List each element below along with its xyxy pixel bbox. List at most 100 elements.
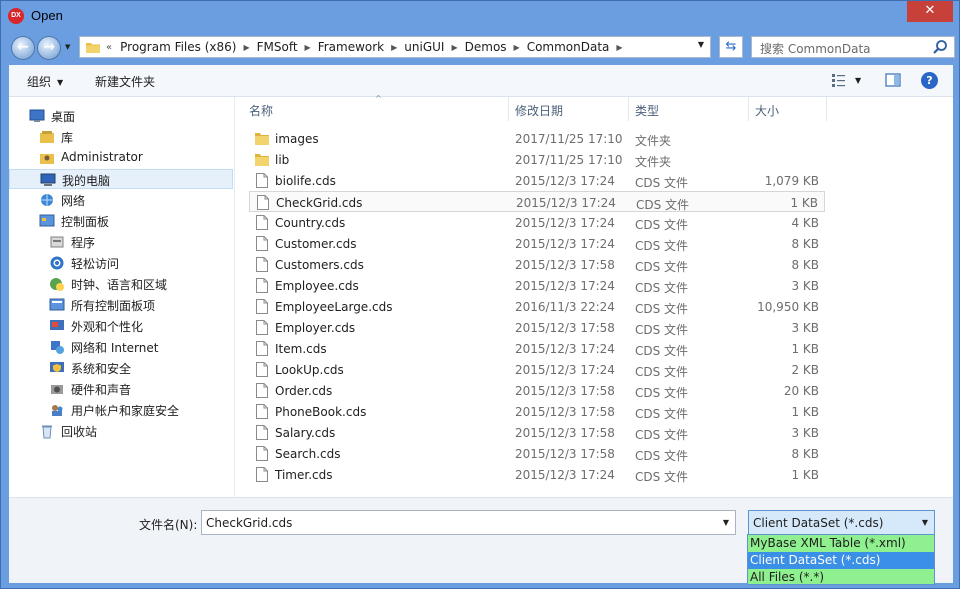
file-type-value: Client DataSet (*.cds) [753, 516, 884, 530]
file-date: 2016/11/3 22:24 [515, 300, 615, 314]
file-name: LookUp.cds [275, 363, 344, 377]
filename-dropdown-icon[interactable]: ▼ [723, 518, 729, 527]
breadcrumb-chevron-icon[interactable]: ▶ [243, 43, 249, 52]
open-dialog: DX Open ✕ ← → ▼ « Program Files (x86) ▶ FM… [0, 0, 960, 589]
file-row[interactable]: PhoneBook.cds 2015/12/3 17:58 CDS 文件 1 KB [249, 401, 825, 422]
clock-language-icon [50, 278, 64, 291]
breadcrumb-chevron-icon[interactable]: ▶ [514, 43, 520, 52]
file-row[interactable]: CheckGrid.cds 2015/12/3 17:24 CDS 文件 1 KB [249, 191, 825, 212]
sidebar-item[interactable]: 回收站 [9, 421, 233, 441]
sidebar-item[interactable]: 时钟、语言和区域 [9, 274, 233, 294]
filename-input[interactable]: CheckGrid.cds ▼ [201, 510, 736, 535]
sidebar-item-label: Administrator [61, 150, 143, 164]
sidebar-item[interactable]: 库 [9, 127, 233, 147]
file-row[interactable]: Customer.cds 2015/12/3 17:24 CDS 文件 8 KB [249, 233, 825, 254]
refresh-button[interactable]: ⇆ [719, 36, 743, 58]
sidebar-item[interactable]: 硬件和声音 [9, 379, 233, 399]
file-size: 8 KB [791, 237, 819, 251]
sidebar-item[interactable]: 我的电脑 [9, 169, 233, 189]
breadcrumb-item[interactable]: FMSoft [257, 40, 298, 54]
file-row[interactable]: biolife.cds 2015/12/3 17:24 CDS 文件 1,079 KB [249, 170, 825, 191]
preview-pane-icon[interactable] [885, 72, 901, 88]
file-type-dropdown-list: MyBase XML Table (*.xml) Client DataSet (… [747, 534, 935, 585]
breadcrumb-item[interactable]: Program Files (x86) [120, 40, 236, 54]
organize-button[interactable]: 组织 ▼ [27, 73, 63, 90]
file-type: CDS 文件 [636, 198, 690, 212]
navigation-pane[interactable]: 桌面库 Administrator 我的电脑 网络 控制面板 程序 轻松访问 时钟、语言和区域… [9, 97, 235, 497]
file-row[interactable]: Salary.cds 2015/12/3 17:58 CDS 文件 3 KB [249, 422, 825, 443]
sidebar-item[interactable]: 网络 [9, 190, 233, 210]
history-dropdown-icon[interactable]: ▼ [65, 43, 70, 51]
breadcrumb-chevron-icon[interactable]: ▶ [391, 43, 397, 52]
breadcrumb-item[interactable]: Framework [318, 40, 384, 54]
forward-button[interactable]: → [37, 36, 61, 60]
document-icon [256, 215, 268, 230]
file-name: PhoneBook.cds [275, 405, 367, 419]
file-row[interactable]: images 2017/11/25 17:10 文件夹 [249, 128, 825, 149]
sidebar-item[interactable]: 系统和安全 [9, 358, 233, 378]
file-row[interactable]: Customers.cds 2015/12/3 17:58 CDS 文件 8 KB [249, 254, 825, 275]
search-input[interactable]: 搜索 CommonData [751, 36, 955, 58]
file-type-select[interactable]: Client DataSet (*.cds) ▼ [748, 510, 935, 535]
sidebar-item[interactable]: 桌面 [9, 106, 233, 126]
breadcrumb-chevron-icon[interactable]: ▶ [616, 43, 622, 52]
breadcrumb-chevron-icon[interactable]: ▶ [305, 43, 311, 52]
desktop-icon [29, 109, 45, 122]
file-row[interactable]: Country.cds 2015/12/3 17:24 CDS 文件 4 KB [249, 212, 825, 233]
network-internet-icon [51, 341, 64, 354]
column-header-type[interactable]: 类型 [629, 97, 749, 121]
sidebar-item[interactable]: 外观和个性化 [9, 316, 233, 336]
close-button[interactable]: ✕ [907, 1, 953, 22]
new-folder-button[interactable]: 新建文件夹 [95, 73, 155, 90]
file-type-option[interactable]: MyBase XML Table (*.xml) [748, 535, 934, 552]
file-list[interactable]: ^ 名称 修改日期 类型 大小 images 2017/11/25 17:10 文件… [243, 94, 953, 497]
file-row[interactable]: Item.cds 2015/12/3 17:24 CDS 文件 1 KB [249, 338, 825, 359]
file-name: Timer.cds [275, 468, 333, 482]
search-icon[interactable] [932, 39, 948, 55]
folder-icon [255, 133, 269, 145]
column-header-size[interactable]: 大小 [749, 97, 827, 121]
file-date: 2015/12/3 17:58 [515, 405, 615, 419]
file-type-option[interactable]: All Files (*.*) [748, 569, 934, 586]
breadcrumb-item[interactable]: Demos [465, 40, 507, 54]
ease-of-access-icon [50, 256, 64, 270]
file-row[interactable]: EmployeeLarge.cds 2016/11/3 22:24 CDS 文件 10… [249, 296, 825, 317]
view-dropdown-icon[interactable]: ▼ [855, 76, 861, 85]
sidebar-item[interactable]: Administrator [9, 148, 233, 168]
file-type: CDS 文件 [635, 239, 689, 253]
breadcrumb-item[interactable]: CommonData [527, 40, 610, 54]
file-row[interactable]: Timer.cds 2015/12/3 17:24 CDS 文件 1 KB [249, 464, 825, 485]
file-row[interactable]: LookUp.cds 2015/12/3 17:24 CDS 文件 2 KB [249, 359, 825, 380]
sidebar-item[interactable]: 网络和 Internet [9, 337, 233, 357]
file-size: 3 KB [791, 426, 819, 440]
file-row[interactable]: Employee.cds 2015/12/3 17:24 CDS 文件 3 KB [249, 275, 825, 296]
sort-ascending-icon: ^ [375, 94, 382, 103]
sidebar-item[interactable]: 轻松访问 [9, 253, 233, 273]
breadcrumb-item[interactable]: uniGUI [404, 40, 444, 54]
sidebar-item-label: 库 [61, 131, 74, 145]
back-button[interactable]: ← [11, 36, 35, 60]
column-header-date[interactable]: 修改日期 [509, 97, 629, 121]
breadcrumb-chevron-icon[interactable]: ▶ [451, 43, 457, 52]
file-date: 2017/11/25 17:10 [515, 132, 623, 146]
address-bar[interactable]: « Program Files (x86) ▶ FMSoft ▶ Framework ▶ u… [79, 36, 711, 58]
address-dropdown-icon[interactable]: ▼ [698, 40, 704, 49]
file-size: 3 KB [791, 321, 819, 335]
file-row[interactable]: lib 2017/11/25 17:10 文件夹 [249, 149, 825, 170]
view-options-icon[interactable] [831, 72, 847, 88]
file-name: Customer.cds [275, 237, 357, 251]
document-icon [256, 446, 268, 461]
file-date: 2015/12/3 17:24 [515, 237, 615, 251]
file-row[interactable]: Order.cds 2015/12/3 17:58 CDS 文件 20 KB [249, 380, 825, 401]
help-icon[interactable]: ? [921, 72, 938, 89]
sidebar-item[interactable]: 控制面板 [9, 211, 233, 231]
sidebar-item[interactable]: 所有控制面板项 [9, 295, 233, 315]
sidebar-item[interactable]: 用户帐户和家庭安全 [9, 400, 233, 420]
sidebar-item[interactable]: 程序 [9, 232, 233, 252]
title-bar[interactable]: DX Open ✕ [1, 1, 959, 31]
file-type-option[interactable]: Client DataSet (*.cds) [748, 552, 934, 569]
breadcrumb-overflow-icon[interactable]: « [106, 42, 112, 53]
file-row[interactable]: Employer.cds 2015/12/3 17:58 CDS 文件 3 KB [249, 317, 825, 338]
file-row[interactable]: Search.cds 2015/12/3 17:58 CDS 文件 8 KB [249, 443, 825, 464]
column-header-name[interactable]: ^ 名称 [243, 94, 509, 121]
